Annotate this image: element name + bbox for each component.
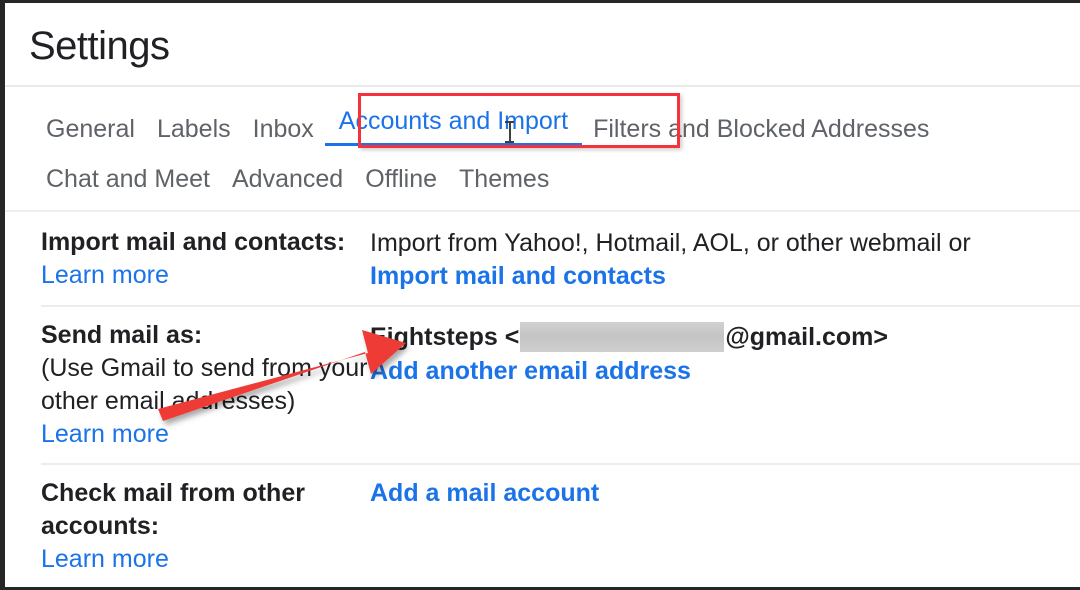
learn-more-link-check-mail[interactable]: Learn more	[41, 543, 370, 576]
gmail-settings-screenshot: Settings General Labels Inbox Accounts a…	[0, 0, 1080, 590]
learn-more-link-send-mail-as[interactable]: Learn more	[41, 418, 370, 451]
tab-accounts-and-import[interactable]: Accounts and Import	[324, 104, 583, 146]
tab-filters-and-blocked-addresses[interactable]: Filters and Blocked Addresses	[582, 112, 940, 146]
row-label: Send mail as:	[41, 321, 203, 349]
tab-offline[interactable]: Offline	[354, 162, 448, 196]
settings-row-check-mail-from-other-accounts: Check mail from other accounts: Learn mo…	[5, 463, 1080, 587]
account-name-prefix: Eightsteps <	[370, 323, 520, 351]
row-value-column: Eightsteps < @gmail.com> Add another emai…	[370, 319, 1080, 388]
send-mail-as-account: Eightsteps < @gmail.com>	[370, 319, 1080, 355]
row-label-column: Check mail from other accounts: Learn mo…	[5, 477, 370, 576]
row-label-line2: accounts:	[41, 512, 160, 540]
import-mail-and-contacts-link[interactable]: Import mail and contacts	[370, 260, 1080, 293]
tab-themes[interactable]: Themes	[448, 162, 560, 196]
add-a-mail-account-link[interactable]: Add a mail account	[370, 477, 1080, 510]
redacted-email-block	[520, 322, 725, 352]
row-label: Import mail and contacts:	[41, 228, 346, 256]
row-label-column: Send mail as: (Use Gmail to send from yo…	[5, 319, 370, 451]
learn-more-link-import[interactable]: Learn more	[41, 259, 370, 292]
settings-row-import-mail-and-contacts: Import mail and contacts: Learn more Imp…	[5, 212, 1080, 305]
row-value-column: Import from Yahoo!, Hotmail, AOL, or oth…	[370, 226, 1080, 293]
tab-labels[interactable]: Labels	[146, 112, 242, 146]
row-value-column: Add a mail account	[370, 477, 1080, 510]
import-description: Import from Yahoo!, Hotmail, AOL, or oth…	[370, 229, 971, 257]
settings-tab-bar: General Labels Inbox Accounts and Import…	[35, 98, 1080, 196]
settings-row-send-mail-as: Send mail as: (Use Gmail to send from yo…	[5, 305, 1080, 463]
tab-general[interactable]: General	[35, 112, 146, 146]
page-title: Settings	[29, 24, 170, 68]
row-label-column: Import mail and contacts: Learn more	[5, 226, 370, 292]
tab-row-secondary: Chat and Meet Advanced Offline Themes	[35, 148, 1080, 196]
settings-rows: Import mail and contacts: Learn more Imp…	[5, 212, 1080, 587]
header-divider	[5, 85, 1080, 87]
add-another-email-address-link[interactable]: Add another email address	[370, 355, 1080, 388]
row-sublabel-line2: other email addresses)	[41, 387, 296, 415]
account-domain-suffix: @gmail.com>	[725, 323, 888, 351]
tab-inbox[interactable]: Inbox	[242, 112, 325, 146]
row-sublabel-line1: (Use Gmail to send from your	[41, 354, 368, 382]
row-label-line1: Check mail from other	[41, 479, 305, 507]
tab-advanced[interactable]: Advanced	[221, 162, 354, 196]
tab-chat-and-meet[interactable]: Chat and Meet	[35, 162, 221, 196]
tab-row-primary: General Labels Inbox Accounts and Import…	[35, 98, 1080, 146]
